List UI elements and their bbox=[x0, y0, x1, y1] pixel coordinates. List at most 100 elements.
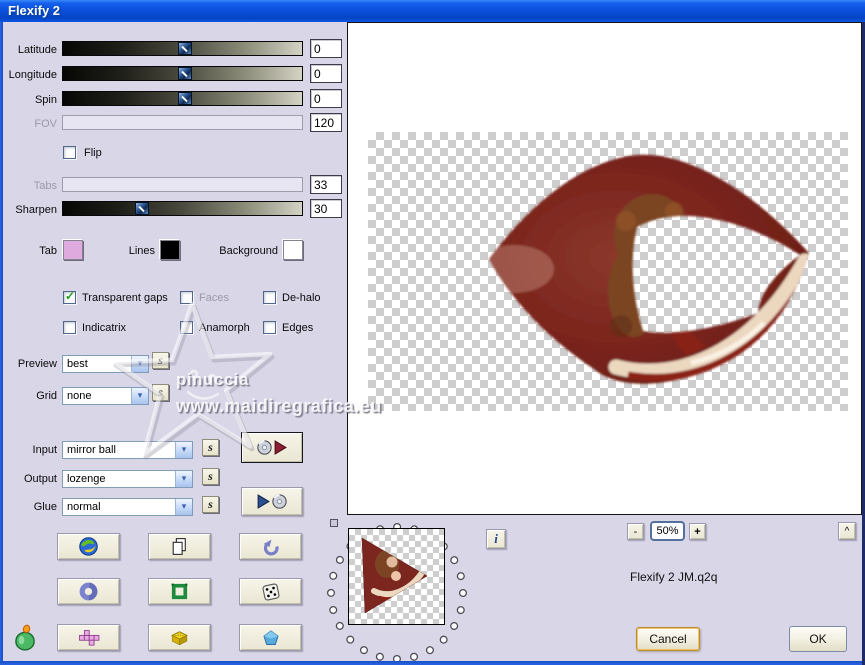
glue-combo[interactable]: normal ▾ bbox=[62, 498, 193, 516]
watermark-name: pinuccia bbox=[176, 370, 249, 389]
input-reset-button[interactable]: s bbox=[202, 439, 219, 456]
undo-arrow-icon bbox=[263, 539, 279, 556]
frame-shape-button[interactable] bbox=[148, 578, 211, 605]
flaming-pear-icon bbox=[15, 624, 35, 651]
zoom-in-button[interactable]: + bbox=[689, 523, 706, 540]
ring-icon bbox=[79, 582, 98, 601]
flip-checkbox[interactable] bbox=[63, 146, 76, 159]
info-icon: i bbox=[494, 531, 498, 546]
fov-label: FOV bbox=[34, 118, 57, 130]
edges-checkbox[interactable] bbox=[263, 321, 276, 334]
glue-combo-label: Glue bbox=[33, 501, 57, 513]
sharpen-value-input[interactable] bbox=[310, 199, 342, 218]
spin-slider[interactable] bbox=[62, 91, 303, 106]
check-icon: ✓ bbox=[65, 289, 76, 303]
sharpen-slider[interactable] bbox=[62, 201, 303, 216]
edges-label: Edges bbox=[282, 322, 314, 334]
info-button[interactable]: i bbox=[486, 529, 506, 549]
grid-reset-button[interactable]: s bbox=[152, 384, 169, 401]
cd-disc-icon bbox=[257, 440, 272, 455]
anamorph-label: Anamorph bbox=[199, 322, 250, 334]
flaming-pear-logo bbox=[11, 624, 39, 657]
background-color-swatch[interactable] bbox=[283, 240, 303, 260]
zoom-level-value: 50% bbox=[656, 525, 679, 537]
zoom-level: 50% bbox=[650, 521, 685, 541]
lego-brick-icon bbox=[171, 631, 188, 646]
dehalo-checkbox[interactable] bbox=[263, 291, 276, 304]
random-settings-button[interactable] bbox=[239, 578, 302, 605]
pentagon-icon bbox=[262, 629, 279, 645]
spin-slider-thumb[interactable] bbox=[177, 92, 192, 105]
output-reset-button[interactable]: s bbox=[202, 468, 219, 485]
chevron-down-icon[interactable]: ▾ bbox=[175, 499, 192, 515]
polyhedron-shape-button[interactable] bbox=[239, 624, 302, 651]
copy-button[interactable] bbox=[148, 533, 211, 560]
play-red-icon bbox=[274, 440, 287, 455]
collapse-caret-icon: ^ bbox=[844, 525, 850, 537]
fov-value-input[interactable] bbox=[310, 113, 342, 132]
globe-mode-button[interactable] bbox=[57, 533, 120, 560]
longitude-slider[interactable] bbox=[62, 66, 303, 81]
tab-color-swatch[interactable] bbox=[63, 240, 83, 260]
sharpen-slider-thumb[interactable] bbox=[134, 202, 149, 215]
glue-combo-value: normal bbox=[67, 501, 101, 513]
cancel-label: Cancel bbox=[649, 632, 687, 646]
tabs-value-input[interactable] bbox=[310, 175, 342, 194]
output-combo-label: Output bbox=[23, 473, 57, 485]
preview-reset-button[interactable]: s bbox=[152, 352, 169, 369]
chevron-down-icon[interactable]: ▾ bbox=[131, 356, 148, 372]
tabs-label: Tabs bbox=[33, 180, 57, 192]
chevron-down-icon[interactable]: ▾ bbox=[175, 471, 192, 487]
ok-button[interactable]: OK bbox=[789, 626, 847, 652]
input-combo[interactable]: mirror ball ▾ bbox=[62, 441, 193, 459]
latitude-label: Latitude bbox=[17, 44, 57, 56]
spin-value-input[interactable] bbox=[310, 89, 342, 108]
transparent-gaps-checkbox[interactable]: ✓ bbox=[63, 289, 76, 304]
grid-combo[interactable]: none ▾ bbox=[62, 387, 149, 405]
chevron-down-icon[interactable]: ▾ bbox=[175, 442, 192, 458]
preview-panel[interactable] bbox=[347, 22, 862, 515]
ring-shape-button[interactable] bbox=[57, 578, 120, 605]
longitude-slider-thumb[interactable] bbox=[177, 67, 192, 80]
grid-combo-label: Grid bbox=[36, 390, 57, 402]
green-frame-icon bbox=[171, 583, 188, 600]
titlebar[interactable]: Flexify 2 bbox=[0, 0, 865, 22]
thumbnail-image bbox=[361, 537, 428, 614]
anamorph-checkbox[interactable] bbox=[180, 321, 193, 334]
zoom-in-label: + bbox=[694, 525, 701, 538]
latitude-slider-thumb[interactable] bbox=[177, 42, 192, 55]
lines-color-swatch[interactable] bbox=[160, 240, 180, 260]
flexify-dialog: Flexify 2 Latitude Longitude Spin FOV Fl… bbox=[0, 0, 865, 665]
preview-image-lozenge bbox=[489, 154, 809, 384]
longitude-value-input[interactable] bbox=[310, 64, 342, 83]
ok-label: OK bbox=[809, 632, 827, 646]
output-combo[interactable]: lozenge ▾ bbox=[62, 470, 193, 488]
copy-pages-icon bbox=[172, 538, 186, 555]
lines-color-label: Lines bbox=[128, 245, 155, 257]
preview-combo-value: best bbox=[67, 358, 88, 370]
window-border-left bbox=[0, 22, 3, 665]
preview-thumbnail[interactable] bbox=[348, 528, 445, 625]
globe-icon bbox=[79, 537, 98, 556]
chevron-down-icon[interactable]: ▾ bbox=[131, 388, 148, 404]
zoom-out-label: - bbox=[633, 525, 638, 538]
dehalo-label: De-halo bbox=[282, 292, 321, 304]
load-preset-button[interactable] bbox=[241, 432, 303, 463]
window-title: Flexify 2 bbox=[8, 3, 61, 18]
unfold-net-button[interactable] bbox=[57, 624, 120, 651]
brick-shape-button[interactable] bbox=[148, 624, 211, 651]
glue-reset-button[interactable]: s bbox=[202, 496, 219, 513]
grid-combo-value: none bbox=[67, 390, 92, 402]
tabs-slider bbox=[62, 177, 303, 192]
play-blue-icon bbox=[257, 494, 270, 509]
preset-name: Flexify 2 JM.q2q bbox=[630, 570, 718, 584]
undo-button[interactable] bbox=[239, 533, 302, 560]
preview-combo[interactable]: best ▾ bbox=[62, 355, 149, 373]
zoom-out-button[interactable]: - bbox=[627, 523, 644, 540]
latitude-slider[interactable] bbox=[62, 41, 303, 56]
latitude-value-input[interactable] bbox=[310, 39, 342, 58]
collapse-button[interactable]: ^ bbox=[838, 522, 856, 540]
cancel-button[interactable]: Cancel bbox=[636, 627, 700, 651]
indicatrix-checkbox[interactable] bbox=[63, 321, 76, 334]
save-preset-button[interactable] bbox=[241, 487, 303, 516]
